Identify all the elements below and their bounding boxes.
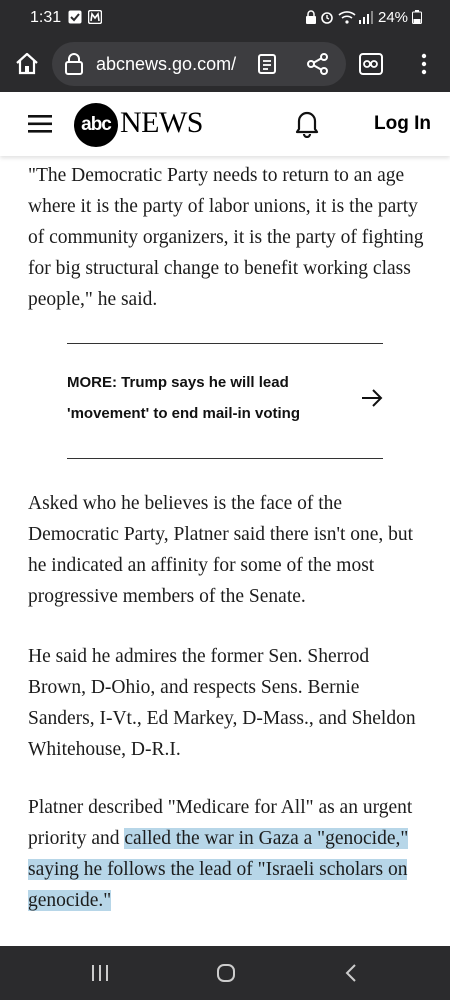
wifi-icon [338, 11, 356, 24]
article-paragraph-1: "The Democratic Party needs to return to… [28, 165, 424, 310]
address-bar[interactable]: abcnews.go.com/ [52, 42, 346, 86]
article-paragraph-2: Asked who he believes is the face of the… [28, 493, 414, 607]
recent-apps-icon[interactable] [90, 964, 110, 982]
reader-mode-icon[interactable] [256, 53, 278, 75]
battery-icon [412, 10, 422, 24]
arrow-right-icon[interactable] [360, 387, 384, 409]
more-link[interactable]: MORE: Trump says he will lead 'movement'… [67, 367, 327, 429]
url-text[interactable]: abcnews.go.com/ [96, 54, 244, 75]
article-paragraph-3: He said he admires the former Sen. Sherr… [28, 646, 416, 760]
article-paragraph-4: Platner described "Medicare for All" as … [28, 792, 428, 916]
tabs-switcher-icon[interactable] [358, 52, 384, 76]
app-notification-icon [88, 10, 102, 24]
divider-top [67, 343, 383, 344]
browser-toolbar: abcnews.go.com/ [0, 36, 450, 92]
site-header: abc NEWS Log In [0, 92, 450, 156]
divider-bottom [67, 458, 383, 459]
hamburger-menu-icon[interactable] [28, 113, 52, 135]
home-button-icon[interactable] [216, 963, 236, 983]
checkbox-notification-icon [68, 10, 82, 24]
system-navigation-bar [0, 946, 450, 1000]
signal-icon [359, 11, 373, 24]
notification-bell-icon[interactable] [294, 108, 320, 138]
overflow-menu-icon[interactable] [416, 51, 432, 77]
home-icon[interactable] [14, 51, 40, 77]
login-link[interactable]: Log In [374, 113, 431, 135]
abc-logo[interactable]: abc [74, 103, 118, 147]
back-icon[interactable] [344, 963, 358, 983]
status-bar: 1:31 24% [0, 0, 450, 36]
lock-status-icon [306, 10, 316, 24]
more-prefix: MORE: [67, 374, 117, 391]
share-icon[interactable] [306, 53, 330, 75]
news-wordmark[interactable]: NEWS [120, 106, 204, 140]
alarm-icon [321, 12, 333, 24]
status-time: 1:31 [30, 9, 62, 26]
battery-percent: 24% [378, 9, 409, 26]
lock-icon[interactable] [64, 52, 84, 76]
